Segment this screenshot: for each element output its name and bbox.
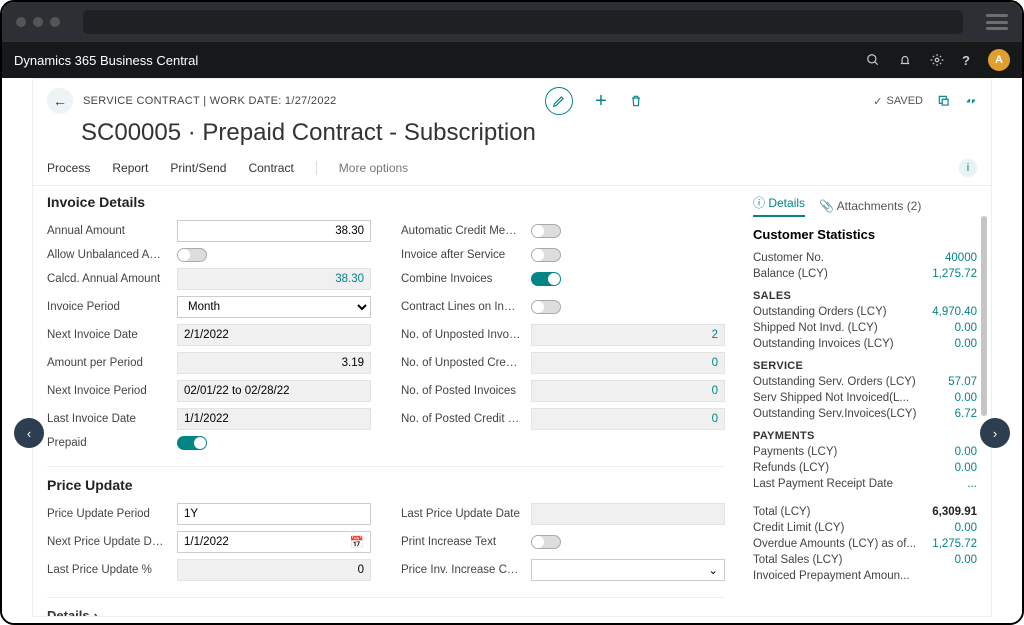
factbox-tab-attachments[interactable]: 📎 Attachments (2): [819, 199, 921, 213]
hamburger-icon[interactable]: [986, 14, 1008, 30]
chevron-right-icon: ›: [94, 608, 98, 616]
customer-no-label: Customer No.: [753, 252, 824, 264]
factbox-scrollbar[interactable]: [981, 216, 987, 416]
amount-per-period-label: Amount per Period: [47, 357, 167, 369]
section-invoice-details: Invoice Details: [47, 194, 725, 210]
app-topbar: Dynamics 365 Business Central ? A: [2, 42, 1022, 78]
invoice-period-select[interactable]: Month: [177, 296, 371, 318]
prev-record-button[interactable]: ‹: [14, 418, 44, 448]
sales-heading: SALES: [753, 290, 977, 302]
unposted-invoices-label: No. of Unposted Invoices: [401, 329, 521, 341]
factbox-tab-details[interactable]: ⓘ Details: [753, 194, 805, 217]
unposted-invoices-value[interactable]: 2: [531, 324, 725, 346]
edit-icon[interactable]: [545, 87, 573, 115]
info-icon[interactable]: i: [959, 159, 977, 177]
window-dot: [50, 17, 60, 27]
last-price-pct-value: 0: [177, 559, 371, 581]
next-invoice-period-value: 02/01/22 to 02/28/22: [177, 380, 371, 402]
last-invoice-date-value: 1/1/2022: [177, 408, 371, 430]
next-invoice-date-label: Next Invoice Date: [47, 329, 167, 341]
delete-icon[interactable]: [629, 94, 643, 108]
balance-label: Balance (LCY): [753, 268, 828, 280]
search-icon[interactable]: [866, 53, 880, 67]
prepaid-label: Prepaid: [47, 437, 167, 449]
gear-icon[interactable]: [930, 53, 944, 67]
unposted-credit-label: No. of Unposted Credit ...: [401, 357, 521, 369]
calcd-annual-label: Calcd. Annual Amount: [47, 273, 167, 285]
invoice-period-label: Invoice Period: [47, 301, 167, 313]
posted-invoices-label: No. of Posted Invoices: [401, 385, 521, 397]
price-period-label: Price Update Period: [47, 508, 167, 520]
posted-credit-label: No. of Posted Credit Me...: [401, 413, 521, 425]
auto-credit-memos-toggle[interactable]: [531, 224, 561, 238]
user-avatar[interactable]: A: [988, 49, 1010, 71]
price-inv-code-label: Price Inv. Increase Code: [401, 564, 521, 576]
attachment-icon: 📎: [819, 199, 834, 213]
last-price-pct-label: Last Price Update %: [47, 564, 167, 576]
browser-titlebar: [2, 2, 1022, 42]
breadcrumb: SERVICE CONTRACT | WORK DATE: 1/27/2022: [83, 95, 337, 107]
section-details-collapsed[interactable]: Details›: [47, 608, 725, 616]
app-name: Dynamics 365 Business Central: [14, 53, 198, 68]
allow-unbalanced-label: Allow Unbalanced Amou...: [47, 249, 167, 261]
contract-lines-toggle[interactable]: [531, 300, 561, 314]
chevron-down-icon: ⌄: [708, 563, 718, 577]
next-price-date-label: Next Price Update Date: [47, 536, 167, 548]
allow-unbalanced-toggle[interactable]: [177, 248, 207, 262]
last-invoice-date-label: Last Invoice Date: [47, 413, 167, 425]
amount-per-period-value: 3.19: [177, 352, 371, 374]
tab-printsend[interactable]: Print/Send: [170, 161, 226, 175]
saved-indicator: ✓ SAVED: [873, 95, 923, 108]
print-increase-toggle[interactable]: [531, 535, 561, 549]
calcd-annual-value[interactable]: 38.30: [177, 268, 371, 290]
balance-value[interactable]: 1,275.72: [932, 268, 977, 280]
bell-icon[interactable]: [898, 53, 912, 67]
prepaid-toggle[interactable]: [177, 436, 207, 450]
tab-more-options[interactable]: More options: [339, 161, 408, 175]
annual-amount-input[interactable]: 38.30: [177, 220, 371, 242]
annual-amount-label: Annual Amount: [47, 225, 167, 237]
calendar-icon[interactable]: 📅: [350, 535, 364, 549]
tab-process[interactable]: Process: [47, 161, 90, 175]
add-icon[interactable]: +: [595, 90, 607, 113]
tab-contract[interactable]: Contract: [248, 161, 293, 175]
next-invoice-period-label: Next Invoice Period: [47, 385, 167, 397]
factbox-title: Customer Statistics: [753, 227, 977, 242]
collapse-icon[interactable]: [965, 95, 977, 107]
help-icon[interactable]: ?: [962, 53, 970, 68]
back-button[interactable]: ←: [47, 88, 73, 114]
combine-invoices-toggle[interactable]: [531, 272, 561, 286]
last-price-date-label: Last Price Update Date: [401, 508, 521, 520]
service-heading: SERVICE: [753, 360, 977, 372]
open-new-icon[interactable]: [937, 94, 951, 108]
invoice-after-service-toggle[interactable]: [531, 248, 561, 262]
customer-no-value[interactable]: 40000: [945, 252, 977, 264]
posted-invoices-value[interactable]: 0: [531, 380, 725, 402]
tab-report[interactable]: Report: [112, 161, 148, 175]
window-dot: [16, 17, 26, 27]
section-price-update: Price Update: [47, 477, 725, 493]
unposted-credit-value[interactable]: 0: [531, 352, 725, 374]
next-price-date-input[interactable]: 1/1/2022📅: [177, 531, 371, 553]
price-inv-code-select[interactable]: ⌄: [531, 559, 725, 581]
last-price-date-value: [531, 503, 725, 525]
posted-credit-value[interactable]: 0: [531, 408, 725, 430]
url-bar[interactable]: [83, 10, 963, 34]
auto-credit-memos-label: Automatic Credit Memos: [401, 225, 521, 237]
contract-lines-label: Contract Lines on Invoice: [401, 301, 521, 313]
price-period-input[interactable]: 1Y: [177, 503, 371, 525]
invoice-after-service-label: Invoice after Service: [401, 249, 521, 261]
print-increase-label: Print Increase Text: [401, 536, 521, 548]
combine-invoices-label: Combine Invoices: [401, 273, 521, 285]
window-dot: [33, 17, 43, 27]
next-invoice-date-value: 2/1/2022: [177, 324, 371, 346]
page-title: SC00005 · Prepaid Contract - Subscriptio…: [81, 119, 977, 147]
payments-heading: PAYMENTS: [753, 430, 977, 442]
action-tabs: Process Report Print/Send Contract More …: [33, 153, 991, 186]
